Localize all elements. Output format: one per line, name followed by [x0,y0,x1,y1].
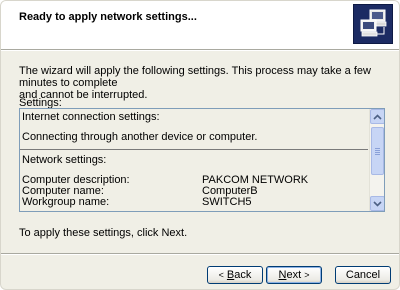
workgroup-name-value: SWITCH5 [202,196,252,208]
apply-instruction: To apply these settings, click Next. [19,227,188,239]
scroll-up-button[interactable] [370,109,384,124]
connection-method: Connecting through another device or com… [22,131,258,143]
internet-settings-heading: Internet connection settings: [22,111,160,123]
settings-list-content: Internet connection settings: Connecting… [20,109,369,211]
cancel-button[interactable]: Cancel [335,266,391,284]
back-accelerator: B [226,269,235,281]
settings-listbox[interactable]: Internet connection settings: Connecting… [19,108,385,212]
next-label-rest: ext [286,269,302,281]
next-button[interactable]: Next > [266,266,322,284]
intro-line-1: The wizard will apply the following sett… [19,65,371,89]
page-title: Ready to apply network settings... [19,11,197,23]
wizard-window: Ready to apply network settings... The w… [0,0,400,290]
intro-line-2: and cannot be interrupted. [19,89,148,101]
vertical-scrollbar[interactable] [369,109,384,211]
chevron-up-icon [373,113,382,120]
workgroup-name-label: Workgroup name: [22,196,110,208]
footer-divider-highlight [1,254,399,255]
back-button[interactable]: < Back [207,266,263,284]
scrollbar-thumb[interactable] [371,127,384,175]
intro-text: The wizard will apply the following sett… [19,65,389,101]
header-divider-highlight [1,50,399,51]
grip-line [375,150,380,151]
settings-separator [20,149,368,150]
back-label-rest: ack [234,269,252,281]
chevron-down-icon [373,200,382,207]
back-arrow: < [218,270,224,280]
grip-line [375,154,380,155]
network-computers-icon [353,4,393,44]
network-settings-heading: Network settings: [22,154,107,166]
next-arrow: > [304,270,310,280]
wizard-header: Ready to apply network settings... [1,1,399,49]
next-accelerator: N [278,269,287,281]
grip-line [375,152,380,153]
grip-line [375,148,380,149]
scroll-down-button[interactable] [370,196,384,211]
